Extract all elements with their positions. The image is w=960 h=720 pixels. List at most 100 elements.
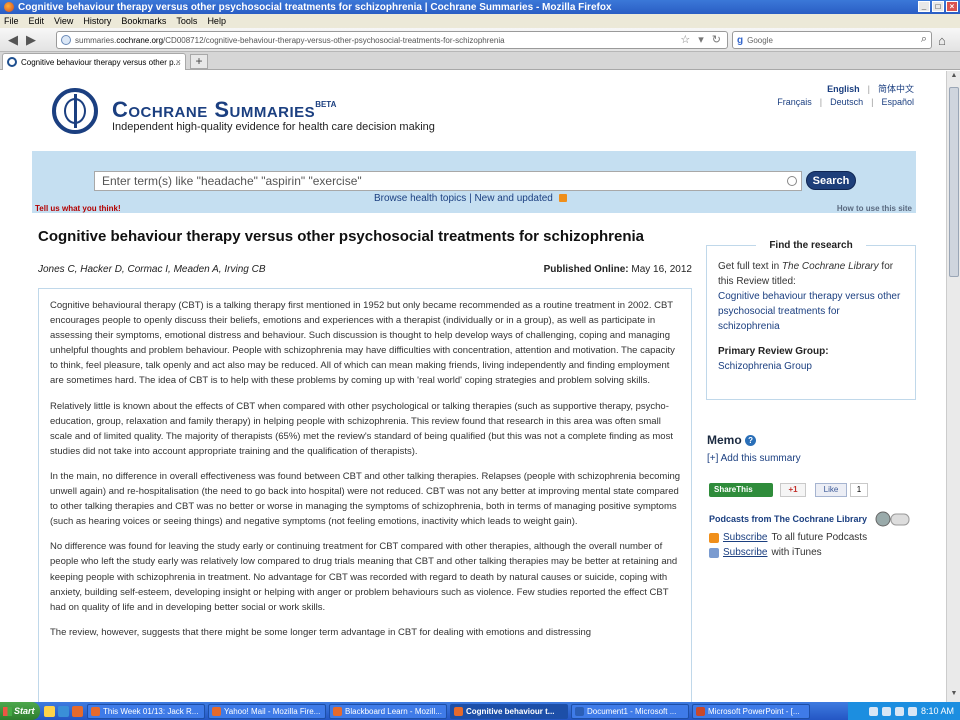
summary-paragraph: Cognitive behavioural therapy (CBT) is a… bbox=[50, 300, 675, 387]
memo-title: Memo bbox=[707, 433, 742, 447]
window-title: Cognitive behaviour therapy versus other… bbox=[18, 1, 612, 13]
quick-launch-icon[interactable] bbox=[58, 705, 69, 717]
tab-title: Cognitive behaviour therapy versus other… bbox=[21, 57, 181, 67]
taskbar-item[interactable]: Document1 - Microsoft ... bbox=[571, 703, 689, 719]
add-summary-link[interactable]: [+] Add this summary bbox=[707, 453, 801, 464]
search-icon[interactable]: ⌕ bbox=[921, 33, 927, 46]
menu-bar: File Edit View History Bookmarks Tools H… bbox=[0, 14, 960, 28]
subscribe-itunes-link[interactable]: Subscribe bbox=[723, 547, 767, 558]
minimize-button[interactable]: _ bbox=[918, 1, 930, 12]
menu-file[interactable]: File bbox=[4, 16, 19, 26]
lang-english[interactable]: English bbox=[827, 83, 860, 96]
page-scrollbar[interactable]: ▲ ▼ bbox=[946, 71, 960, 703]
lang-separator: | bbox=[867, 84, 870, 94]
scroll-down-icon[interactable]: ▼ bbox=[949, 690, 959, 702]
link-separator: | bbox=[469, 193, 472, 204]
windows-taskbar: Start This Week 01/13: Jack R... Yahoo! … bbox=[0, 702, 960, 720]
clock[interactable]: 8:10 AM bbox=[921, 706, 954, 716]
menu-edit[interactable]: Edit bbox=[29, 16, 45, 26]
tab-current[interactable]: Cognitive behaviour therapy versus other… bbox=[2, 53, 186, 70]
tray-icon[interactable] bbox=[881, 706, 891, 716]
taskbar-item-label: Blackboard Learn - Mozill... bbox=[345, 706, 442, 716]
google-plus-button[interactable]: +1 bbox=[780, 483, 806, 497]
lang-french[interactable]: Français bbox=[777, 96, 812, 109]
taskbar-item[interactable]: This Week 01/13: Jack R... bbox=[87, 703, 205, 719]
tray-icon[interactable] bbox=[907, 706, 917, 716]
lang-separator: | bbox=[871, 97, 874, 107]
taskbar-item-label: This Week 01/13: Jack R... bbox=[103, 706, 199, 716]
lang-german[interactable]: Deutsch bbox=[830, 96, 863, 109]
podcasts-title: Podcasts from The Cochrane Library bbox=[709, 514, 868, 524]
tray-icon[interactable] bbox=[894, 706, 904, 716]
taskbar-item[interactable]: Yahoo! Mail - Mozilla Fire... bbox=[208, 703, 326, 719]
quick-launch-icon[interactable] bbox=[44, 705, 55, 717]
navigation-toolbar: ◀ ▶ summaries. cochrane.org/CD008712/cogn… bbox=[0, 28, 960, 52]
search-engine-label: Google bbox=[747, 35, 773, 45]
how-to-use-link[interactable]: How to use this site bbox=[837, 204, 912, 213]
subscribe-podcasts-text: To all future Podcasts bbox=[771, 532, 868, 543]
itunes-subscribe-row: Subscribe with iTunes bbox=[709, 547, 822, 558]
forward-icon[interactable]: ▶ bbox=[22, 31, 40, 49]
bookmark-star-icon[interactable]: ☆ bbox=[680, 33, 690, 46]
taskbar-item-label: Yahoo! Mail - Mozilla Fire... bbox=[224, 706, 321, 716]
system-tray: 8:10 AM bbox=[848, 702, 960, 720]
taskbar-item-active[interactable]: Cognitive behaviour t... bbox=[450, 703, 568, 719]
review-link[interactable]: Cognitive behaviour therapy versus other… bbox=[718, 289, 904, 334]
tray-icon[interactable] bbox=[868, 706, 878, 716]
published-label: Published Online: bbox=[543, 264, 629, 275]
url-path: /CD008712/cognitive-behaviour-therapy-ve… bbox=[163, 35, 505, 45]
site-brand[interactable]: Cochrane SummariesBETA bbox=[112, 97, 336, 123]
address-bar[interactable]: summaries. cochrane.org/CD008712/cognitiv… bbox=[56, 31, 728, 49]
search-button[interactable]: Search bbox=[806, 171, 856, 190]
lang-spanish[interactable]: Español bbox=[881, 96, 914, 109]
dropdown-icon[interactable]: ▾ bbox=[698, 33, 704, 46]
facebook-like-count: 1 bbox=[850, 483, 868, 497]
rss-icon bbox=[709, 532, 719, 543]
quick-launch-icon[interactable] bbox=[72, 705, 83, 717]
search-input[interactable]: Enter term(s) like "headache" "aspirin" … bbox=[94, 171, 802, 191]
menu-help[interactable]: Help bbox=[207, 16, 226, 26]
browse-health-topics-link[interactable]: Browse health topics bbox=[374, 193, 466, 204]
taskbar-item[interactable]: Microsoft PowerPoint - [... bbox=[692, 703, 810, 719]
word-icon bbox=[575, 706, 584, 716]
web-search-box[interactable]: g Google ⌕ bbox=[732, 31, 932, 49]
menu-history[interactable]: History bbox=[83, 16, 111, 26]
scroll-up-icon[interactable]: ▲ bbox=[949, 72, 959, 84]
scrollbar-thumb[interactable] bbox=[949, 87, 959, 277]
lang-chinese[interactable]: 简体中文 bbox=[878, 83, 914, 96]
url-prefix: summaries. bbox=[75, 35, 117, 45]
summary-paragraph: In the main, no difference in overall ef… bbox=[50, 470, 681, 528]
help-icon[interactable]: ? bbox=[745, 435, 757, 447]
close-tab-icon[interactable]: × bbox=[176, 57, 181, 67]
new-tab-button[interactable]: + bbox=[190, 54, 208, 69]
rss-icon[interactable] bbox=[558, 194, 567, 203]
back-icon[interactable]: ◀ bbox=[4, 31, 22, 49]
subscribe-podcasts-link[interactable]: Subscribe bbox=[723, 532, 767, 543]
maximize-button[interactable]: □ bbox=[932, 1, 944, 12]
taskbar-item[interactable]: Blackboard Learn - Mozill... bbox=[329, 703, 447, 719]
google-icon[interactable]: g bbox=[737, 35, 743, 46]
feedback-link[interactable]: Tell us what you think! bbox=[35, 204, 121, 213]
subscribe-itunes-text: with iTunes bbox=[771, 547, 822, 558]
brand-name: Cochrane Summaries bbox=[112, 97, 316, 122]
start-button[interactable]: Start bbox=[0, 702, 40, 720]
home-icon[interactable]: ⌂ bbox=[938, 33, 946, 48]
published-value: May 16, 2012 bbox=[631, 264, 692, 275]
fulltext-line: Get full text in The Cochrane Library fo… bbox=[718, 259, 904, 289]
cochrane-logo-icon[interactable] bbox=[52, 88, 98, 134]
site-identity-icon[interactable] bbox=[61, 35, 71, 45]
firefox-icon bbox=[4, 2, 14, 12]
find-the-research-box: Find the research Get full text in The C… bbox=[706, 240, 916, 400]
review-group-link[interactable]: Schizophrenia Group bbox=[718, 359, 904, 374]
menu-bookmarks[interactable]: Bookmarks bbox=[121, 16, 166, 26]
close-window-button[interactable]: × bbox=[946, 1, 958, 12]
search-option-radio[interactable] bbox=[787, 176, 797, 186]
menu-view[interactable]: View bbox=[54, 16, 73, 26]
new-and-updated-link[interactable]: New and updated bbox=[474, 193, 552, 204]
summary-paragraph: Relatively little is known about the eff… bbox=[50, 400, 673, 457]
firefox-icon bbox=[91, 706, 100, 716]
facebook-like-button[interactable]: Like bbox=[815, 483, 847, 497]
menu-tools[interactable]: Tools bbox=[176, 16, 197, 26]
share-this-button[interactable]: ShareThis bbox=[709, 483, 773, 497]
reload-icon[interactable]: ↻ bbox=[712, 33, 721, 46]
